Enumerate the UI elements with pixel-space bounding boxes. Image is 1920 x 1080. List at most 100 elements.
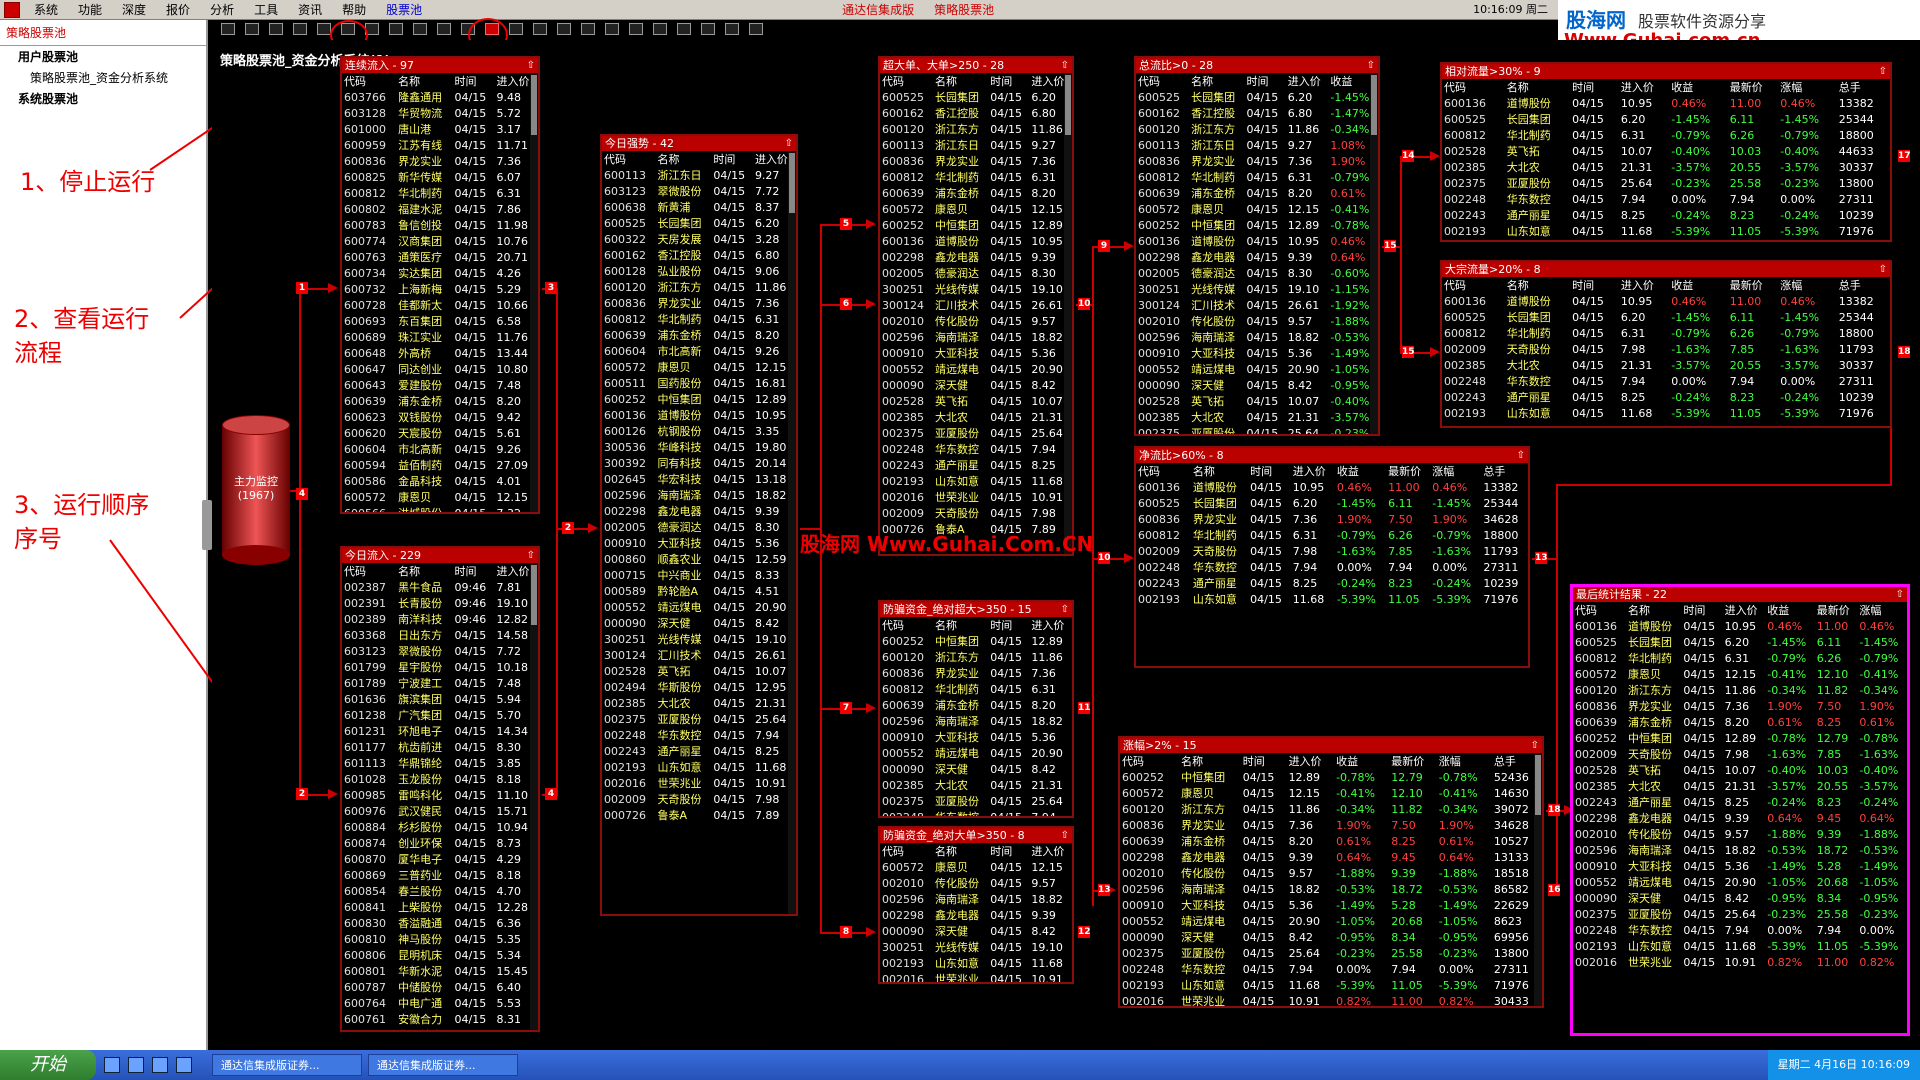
table-row[interactable]: 600136 道博股份 04/15 10.95 0.46% 11.00 0.46% 13382 [1136,479,1528,495]
table-row[interactable]: 002193 山东如意 04/15 11.68 [880,955,1072,971]
table-row[interactable]: 002016 世荣兆业 04/15 10.91 0.82% 11.00 0.82% 30433 [1120,993,1542,1007]
table-row[interactable]: 600162 香江控股 04/15 6.80 [602,247,796,263]
column-header[interactable]: 时间 [453,73,495,89]
table-row[interactable]: 600136 道博股份 04/15 10.95 [880,233,1072,249]
column-header[interactable]: 名称 [396,73,452,89]
table-row[interactable]: 002298 鑫龙电器 04/15 9.39 [880,907,1072,923]
table-row[interactable]: 600812 华北制药 04/15 6.31 -0.79% 6.26 -0.79% 18800 [1442,127,1890,143]
column-header[interactable]: 名称 [933,73,988,89]
table-row[interactable]: 002243 通产丽星 04/15 8.25 -0.24% 8.23 -0.24% 10239 [1136,575,1528,591]
pin-icon[interactable]: ⇧ [1061,58,1069,73]
table-row[interactable]: 002385 大北农 04/15 21.31 -3.57% 20.55 -3.57% [1573,778,1907,794]
table-row[interactable]: 002009 天奇股份 04/15 7.98 [602,791,796,807]
panel-title[interactable]: 大宗流量>20% - 8 ⇧ [1442,262,1890,277]
table-row[interactable]: 600812 华北制药 04/15 6.31 [880,681,1072,697]
table-row[interactable]: 002016 世荣兆业 04/15 10.91 0.82% 11.00 0.82% [1573,954,1907,970]
column-header[interactable]: 收益 [1669,277,1728,293]
table-row[interactable]: 002391 长青股份 09:46 19.10 [342,595,538,611]
table-row[interactable]: 000910 大亚科技 04/15 5.36 -1.49% 5.28 -1.49% [1573,858,1907,874]
table-row[interactable]: 002009 天奇股份 04/15 7.98 [880,505,1072,521]
rect-icon[interactable] [557,23,571,35]
column-header[interactable]: 代码 [342,73,396,89]
panel-title[interactable]: 相对流量>30% - 9 ⇧ [1442,64,1890,79]
table-row[interactable]: 600648 外高桥 04/15 13.44 [342,345,538,361]
table-row[interactable]: 600836 界龙实业 04/15 7.36 [342,153,538,169]
table-row[interactable]: 002645 华宏科技 04/15 13.18 [602,471,796,487]
scrollbar-thumb[interactable] [1065,75,1071,135]
table-row[interactable]: 600525 长园集团 04/15 6.20 -1.45% 6.11 -1.45% 25344 [1442,309,1890,325]
table-row[interactable]: 002298 鑫龙电器 04/15 9.39 0.64% [1136,249,1378,265]
table-row[interactable]: 002243 通产丽星 04/15 8.25 [880,457,1072,473]
column-header[interactable]: 涨幅 [1857,602,1907,618]
line-icon[interactable] [533,23,547,35]
table-row[interactable]: 603128 华贸物流 04/15 5.72 [342,105,538,121]
scrollbar-thumb[interactable] [531,75,537,135]
menu-quote[interactable]: 报价 [156,0,200,20]
panel-title[interactable]: 连续流入 - 97 ⇧ [342,58,538,73]
table-row[interactable]: 002193 山东如意 04/15 11.68 [602,759,796,775]
table-row[interactable]: 600252 中恒集团 04/15 12.89 [880,633,1072,649]
table-row[interactable]: 002009 天奇股份 04/15 7.98 -1.63% 7.85 -1.63% [1573,746,1907,762]
table-row[interactable]: 002528 英飞拓 04/15 10.07 -0.40% 10.03 -0.40% 4463… [1442,143,1890,159]
table-row[interactable]: 000726 鲁泰A 04/15 7.89 [602,807,796,823]
scrollbar[interactable] [1370,73,1378,434]
table-row[interactable]: 002385 大北农 04/15 21.31 [602,695,796,711]
table-row[interactable]: 601238 广汽集团 04/15 5.70 [342,707,538,723]
table-row[interactable]: 002193 山东如意 04/15 11.68 -5.39% 11.05 -5.39% 719… [1136,591,1528,607]
table-row[interactable]: 600594 益佰制药 04/15 27.09 [342,457,538,473]
table-row[interactable]: 002528 英飞拓 04/15 10.07 -0.40% 10.03 -0.40% [1573,762,1907,778]
table-row[interactable]: 600120 浙江东方 04/15 11.86 [880,649,1072,665]
table-row[interactable]: 002243 通产丽星 04/15 8.25 -0.24% 8.23 -0.24% 10239 [1442,389,1890,405]
table-row[interactable]: 600120 浙江东方 04/15 11.86 [602,279,796,295]
table-row[interactable]: 600525 长园集团 04/15 6.20 -1.45% 6.11 -1.45% [1573,634,1907,650]
table-row[interactable]: 600812 华北制药 04/15 6.31 [880,169,1072,185]
column-header[interactable]: 名称 [1179,753,1241,769]
table-row[interactable]: 600763 通策医疗 04/15 20.71 [342,249,538,265]
menu-tools[interactable]: 工具 [244,0,288,20]
table-row[interactable]: 300251 光线传媒 04/15 19.10 -1.15% [1136,281,1378,297]
table-row[interactable]: 600761 安徽合力 04/15 8.31 [342,1011,538,1027]
table-row[interactable]: 000090 深天健 04/15 8.42 -0.95% 8.34 -0.95% 69956 [1120,929,1542,945]
table-row[interactable]: 002016 世荣兆业 04/15 10.91 [880,489,1072,505]
table-row[interactable]: 603368 日出东方 04/15 14.58 [342,627,538,643]
column-header[interactable]: 名称 [656,151,712,167]
column-header[interactable]: 代码 [1120,753,1179,769]
cylinder-icon[interactable] [629,23,643,35]
column-header[interactable]: 收益 [1669,79,1728,95]
table-row[interactable]: 002010 传化股份 04/15 9.57 -1.88% [1136,313,1378,329]
grid-icon[interactable] [749,23,763,35]
table-row[interactable]: 600572 康恩贝 04/15 12.15 [880,201,1072,217]
table-row[interactable]: 600136 道博股份 04/15 10.95 0.46% 11.00 0.46% 13382 [1442,293,1890,309]
table-row[interactable]: 002005 德豪润达 04/15 8.30 -0.60% [1136,265,1378,281]
column-header[interactable]: 代码 [880,73,933,89]
table-row[interactable]: 600812 华北制药 04/15 6.31 -0.79% [1136,169,1378,185]
panel-p1[interactable]: 连续流入 - 97 ⇧ 代码 名称 时间 进入价 603766 隆鑫通用 04/15 9.48 60… [340,56,540,514]
table-row[interactable]: 600764 中电广通 04/15 5.53 [342,995,538,1011]
column-header[interactable]: 收益 [1335,463,1386,479]
table-row[interactable]: 300536 华峰科技 04/15 19.80 [602,439,796,455]
column-header[interactable]: 时间 [1248,463,1291,479]
ie-icon[interactable] [128,1057,144,1073]
table-row[interactable]: 002193 山东如意 04/15 11.68 -5.39% 11.05 -5.39% 719… [1442,223,1890,239]
column-header[interactable]: 名称 [1189,73,1244,89]
taskbar-window-2[interactable]: 通达信集成版证券... [368,1054,518,1076]
open-icon[interactable] [245,23,259,35]
column-header[interactable]: 名称 [1191,463,1248,479]
table-row[interactable]: 600985 雷鸣科化 04/15 11.10 [342,787,538,803]
table-row[interactable]: 002009 天奇股份 04/15 7.98 -1.63% 7.85 -1.63% 11793 [1442,341,1890,357]
table-row[interactable]: 600120 浙江东方 04/15 11.86 -0.34% 11.82 -0.34% [1573,682,1907,698]
align-center-icon[interactable] [701,23,715,35]
table-row[interactable]: 002248 华东数控 04/15 7.94 0.00% 7.94 0.00% [1573,922,1907,938]
table-row[interactable]: 000910 大亚科技 04/15 5.36 -1.49% 5.28 -1.49% 22629 [1120,897,1542,913]
column-header[interactable]: 名称 [1505,79,1570,95]
table-row[interactable]: 300392 同有科技 04/15 20.14 [602,455,796,471]
table-row[interactable]: 600638 新黄浦 04/15 8.37 [602,199,796,215]
table-row[interactable]: 600162 香江控股 04/15 6.80 -1.47% [1136,105,1378,121]
scrollbar-thumb[interactable] [531,565,537,625]
table-row[interactable]: 002528 英飞拓 04/15 10.07 -0.40% [1136,393,1378,409]
table-row[interactable]: 601000 唐山港 04/15 3.17 [342,121,538,137]
table-row[interactable]: 601789 宁波建工 04/15 7.48 [342,675,538,691]
table-row[interactable]: 000910 大亚科技 04/15 5.36 [880,729,1072,745]
table-row[interactable]: 600812 华北制药 04/15 6.31 [602,311,796,327]
table-row[interactable]: 600812 华北制药 04/15 6.31 -0.79% 6.26 -0.79% 18800 [1136,527,1528,543]
